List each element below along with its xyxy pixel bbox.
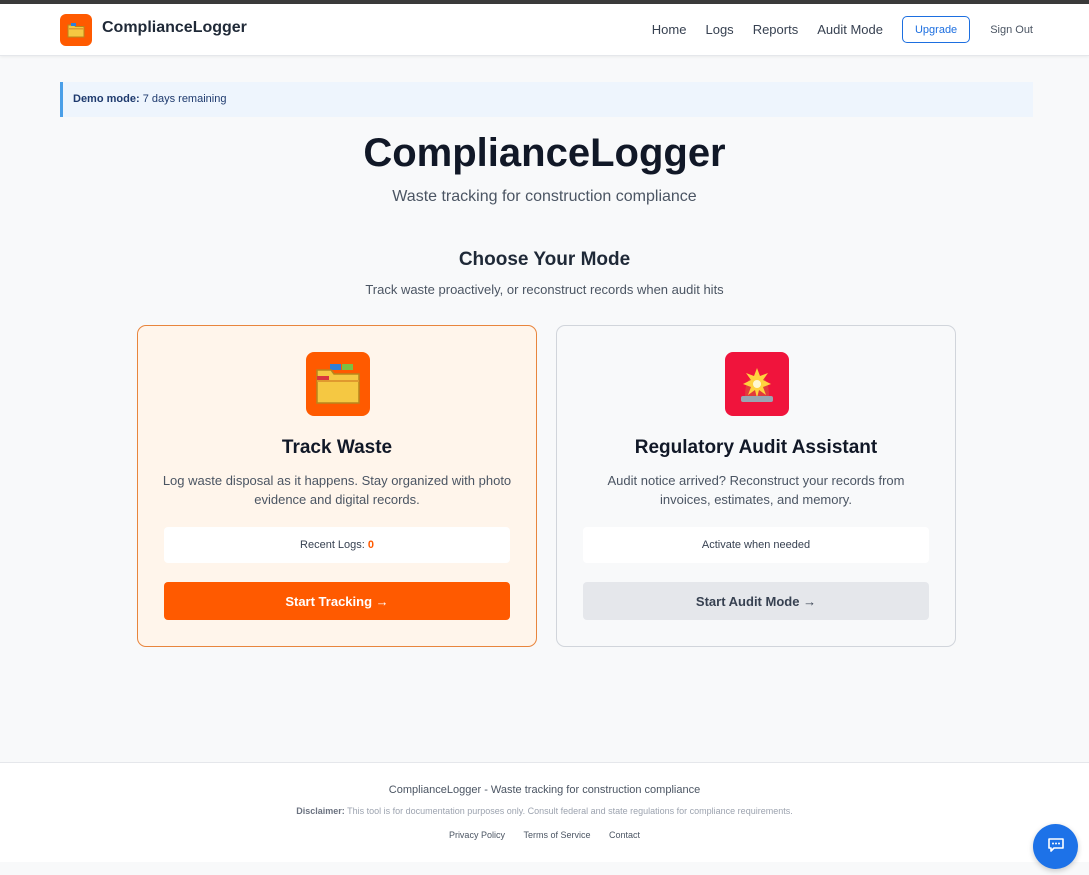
audit-assistant-title: Regulatory Audit Assistant <box>634 437 878 458</box>
contact-link[interactable]: Contact <box>609 830 640 840</box>
site-header: ComplianceLogger Home Logs Reports Audit… <box>0 4 1089 56</box>
disclaimer-label: Disclaimer: <box>296 806 345 816</box>
track-waste-description: Log waste disposal as it happens. Stay o… <box>162 473 512 507</box>
siren-icon <box>725 352 789 416</box>
folder-icon <box>306 352 370 416</box>
start-tracking-button[interactable]: Start Tracking → <box>164 582 510 620</box>
audit-activation-text: Activate when needed <box>701 539 811 551</box>
privacy-policy-link[interactable]: Privacy Policy <box>449 830 505 840</box>
folder-icon[interactable] <box>60 14 92 46</box>
recent-logs-stat: Recent Logs: 0 <box>164 527 510 563</box>
audit-assistant-description: Audit notice arrived? Reconstruct your r… <box>607 473 905 507</box>
mode-heading: Choose Your Mode <box>458 249 631 270</box>
track-waste-title: Track Waste <box>281 437 393 458</box>
arrow-right-icon: → <box>803 593 817 609</box>
nav-audit-mode[interactable]: Audit Mode <box>817 22 883 37</box>
footer-links: Privacy Policy Terms of Service Contact <box>0 830 1089 840</box>
sign-out-link[interactable]: Sign Out <box>990 24 1033 36</box>
chat-button[interactable] <box>1033 824 1078 869</box>
upgrade-button[interactable]: Upgrade <box>901 16 971 43</box>
demo-mode-label: Demo mode: <box>73 93 140 105</box>
site-footer: ComplianceLogger - Waste tracking for co… <box>0 762 1089 862</box>
recent-logs-label: Recent Logs: <box>300 539 365 551</box>
track-waste-card[interactable]: Track Waste Log waste disposal as it hap… <box>137 325 537 647</box>
audit-assistant-card[interactable]: Regulatory Audit Assistant Audit notice … <box>556 325 956 647</box>
demo-mode-text: 7 days remaining <box>142 93 227 105</box>
footer-disclaimer: Disclaimer: This tool is for documentati… <box>0 806 1089 816</box>
brand-name[interactable]: ComplianceLogger <box>102 19 247 37</box>
recent-logs-count: 0 <box>367 539 374 551</box>
nav-reports[interactable]: Reports <box>753 22 799 37</box>
audit-activation-note: Activate when needed <box>583 527 929 563</box>
disclaimer-text: This tool is for documentation purposes … <box>347 806 793 816</box>
arrow-right-icon: → <box>375 593 389 609</box>
nav-home[interactable]: Home <box>652 22 687 37</box>
terms-of-service-link[interactable]: Terms of Service <box>523 830 590 840</box>
chat-bubble-icon <box>1047 836 1065 857</box>
page-title: ComplianceLogger <box>363 131 726 175</box>
page-subtitle: Waste tracking for construction complian… <box>392 188 697 205</box>
start-audit-mode-label: Start Audit Mode <box>695 593 800 609</box>
demo-mode-banner: Demo mode: 7 days remaining <box>60 82 1033 117</box>
main-nav: Home Logs Reports Audit Mode Upgrade Sig… <box>652 16 1033 43</box>
mode-subheading: Track waste proactively, or reconstruct … <box>365 282 724 297</box>
nav-logs[interactable]: Logs <box>705 22 733 37</box>
start-tracking-label: Start Tracking <box>285 593 373 609</box>
footer-tagline: ComplianceLogger - Waste tracking for co… <box>388 784 701 796</box>
start-audit-mode-button[interactable]: Start Audit Mode → <box>583 582 929 620</box>
